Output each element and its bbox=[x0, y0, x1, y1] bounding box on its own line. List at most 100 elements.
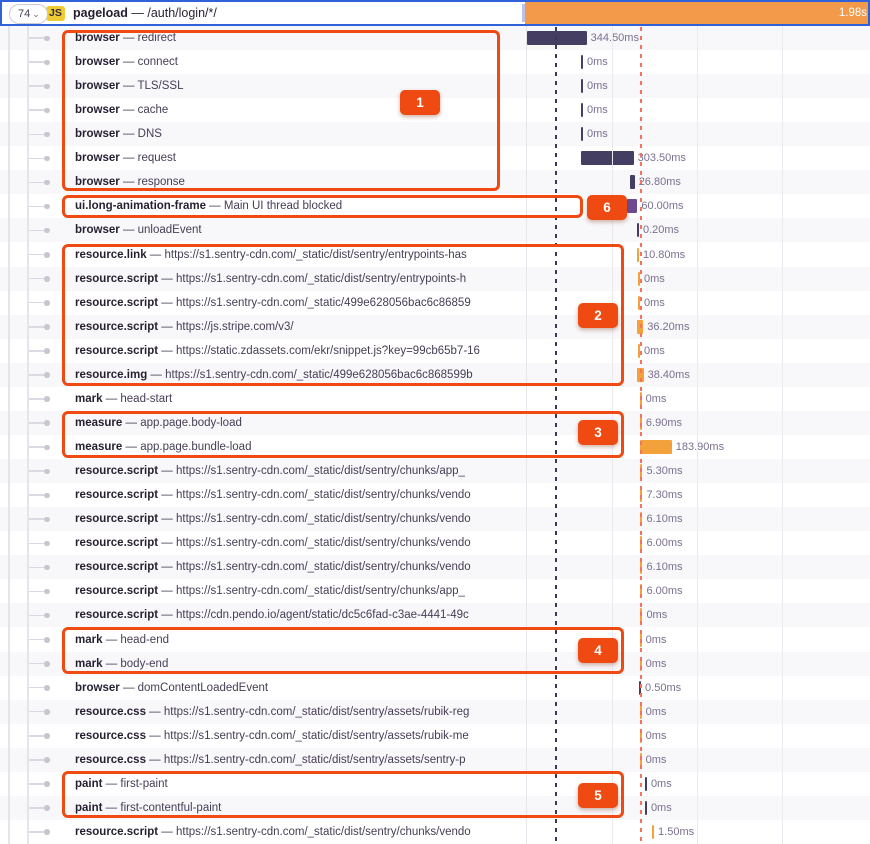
span-duration-bar[interactable] bbox=[581, 127, 583, 141]
span-row-resource.script[interactable]: resource.script — https://s1.sentry-cdn.… bbox=[0, 483, 870, 507]
span-duration-label: 0ms bbox=[646, 700, 667, 724]
annotation-badge-5: 5 bbox=[578, 783, 618, 808]
separator: — bbox=[158, 489, 176, 501]
tree-connector bbox=[28, 494, 44, 496]
span-duration-bar[interactable] bbox=[645, 777, 647, 791]
span-row-browser[interactable]: browser — domContentLoadedEvent 0.50ms bbox=[0, 676, 870, 700]
span-op: resource.script bbox=[75, 561, 158, 573]
tree-node-dot-icon bbox=[44, 805, 50, 811]
span-row-resource.script[interactable]: resource.script — https://s1.sentry-cdn.… bbox=[0, 459, 870, 483]
span-duration-bar[interactable] bbox=[581, 103, 583, 117]
span-duration-label: 1.50ms bbox=[658, 820, 694, 844]
tree-node-dot-icon bbox=[44, 613, 50, 619]
annotation-badge-3: 3 bbox=[578, 420, 618, 445]
span-row-resource.css[interactable]: resource.css — https://s1.sentry-cdn.com… bbox=[0, 700, 870, 724]
span-op: resource.script bbox=[75, 489, 158, 501]
separator: — bbox=[158, 465, 176, 477]
tree-node-dot-icon bbox=[44, 156, 50, 162]
pageload-duration-label: 1.98s bbox=[839, 2, 867, 24]
span-name: browser — domContentLoadedEvent bbox=[75, 676, 520, 700]
tree-node-dot-icon bbox=[44, 565, 50, 571]
span-name: resource.script — https://s1.sentry-cdn.… bbox=[75, 507, 520, 531]
span-duration-bar[interactable] bbox=[640, 440, 672, 454]
tree-node-dot-icon bbox=[44, 589, 50, 595]
span-duration-bar[interactable] bbox=[637, 223, 639, 237]
tree-connector bbox=[28, 807, 44, 809]
span-row-resource.script[interactable]: resource.script — https://s1.sentry-cdn.… bbox=[0, 531, 870, 555]
tree-node-dot-icon bbox=[44, 757, 50, 763]
span-row-mark[interactable]: mark — head-start0ms bbox=[0, 387, 870, 411]
span-description: https://s1.sentry-cdn.com/_static/dist/s… bbox=[176, 513, 471, 525]
tree-connector bbox=[28, 278, 44, 280]
span-description: domContentLoadedEvent bbox=[138, 682, 268, 694]
tree-node-dot-icon bbox=[44, 132, 50, 138]
separator: — bbox=[146, 754, 164, 766]
span-duration-bar[interactable] bbox=[581, 151, 634, 165]
tree-node-dot-icon bbox=[44, 517, 50, 523]
span-op: resource.script bbox=[75, 609, 158, 621]
tree-connector bbox=[28, 230, 44, 232]
tree-node-dot-icon bbox=[44, 685, 50, 691]
tree-connector bbox=[28, 831, 44, 833]
pageload-duration-bar[interactable]: 1.98s bbox=[525, 2, 868, 24]
span-row-resource.css[interactable]: resource.css — https://s1.sentry-cdn.com… bbox=[0, 748, 870, 772]
span-duration-label: 0ms bbox=[587, 98, 608, 122]
span-duration-bar[interactable] bbox=[581, 79, 583, 93]
span-op: resource.script bbox=[75, 537, 158, 549]
span-op: resource.script bbox=[75, 513, 158, 525]
span-row-resource.script[interactable]: resource.script — https://s1.sentry-cdn.… bbox=[0, 555, 870, 579]
span-row-resource.script[interactable]: resource.script — https://s1.sentry-cdn.… bbox=[0, 507, 870, 531]
span-description: https://s1.sentry-cdn.com/_static/dist/s… bbox=[176, 489, 471, 501]
span-row-resource.script[interactable]: resource.script — https://cdn.pendo.io/a… bbox=[0, 603, 870, 627]
span-name: resource.script — https://s1.sentry-cdn.… bbox=[75, 555, 520, 579]
span-op: browser bbox=[75, 682, 120, 694]
span-duration-label: 26.80ms bbox=[639, 170, 681, 194]
annotation-box-2 bbox=[62, 244, 624, 386]
tree-node-dot-icon bbox=[44, 661, 50, 667]
tree-node-dot-icon bbox=[44, 180, 50, 186]
tree-node-dot-icon bbox=[44, 252, 50, 258]
span-duration-label: 0ms bbox=[644, 267, 665, 291]
tree-node-dot-icon bbox=[44, 445, 50, 451]
span-duration-bar[interactable] bbox=[527, 31, 587, 45]
span-name: resource.script — https://s1.sentry-cdn.… bbox=[75, 531, 520, 555]
platform-js-badge: JS bbox=[46, 6, 65, 21]
separator: — bbox=[146, 706, 164, 718]
span-duration-bar[interactable] bbox=[630, 175, 635, 189]
pageload-path: /auth/login/*/ bbox=[147, 6, 217, 20]
span-duration-label: 344.50ms bbox=[591, 26, 639, 50]
span-duration-label: 6.10ms bbox=[646, 555, 682, 579]
span-row-browser[interactable]: browser — unloadEvent0.20ms bbox=[0, 218, 870, 242]
span-duration-bar[interactable] bbox=[581, 55, 583, 69]
span-duration-label: 0.50ms bbox=[645, 676, 681, 700]
tree-node-dot-icon bbox=[44, 348, 50, 354]
pageload-title: pageload — /auth/login/*/ bbox=[73, 2, 217, 24]
tree-node-dot-icon bbox=[44, 829, 50, 835]
span-description: https://s1.sentry-cdn.com/_static/dist/s… bbox=[176, 826, 471, 838]
separator: — bbox=[146, 730, 164, 742]
annotation-box-4 bbox=[62, 627, 624, 674]
separator: — bbox=[158, 826, 176, 838]
span-duration-bar[interactable] bbox=[652, 825, 654, 839]
span-duration-label: 0ms bbox=[587, 74, 608, 98]
span-duration-bar[interactable] bbox=[637, 248, 639, 262]
span-duration-bar[interactable] bbox=[627, 199, 637, 213]
span-duration-label: 6.90ms bbox=[646, 411, 682, 435]
span-name: resource.css — https://s1.sentry-cdn.com… bbox=[75, 748, 520, 772]
tree-node-dot-icon bbox=[44, 204, 50, 210]
annotation-box-5 bbox=[62, 771, 624, 818]
span-duration-bar[interactable] bbox=[645, 801, 647, 815]
tree-node-dot-icon bbox=[44, 781, 50, 787]
tree-connector bbox=[28, 687, 44, 689]
span-name: resource.script — https://cdn.pendo.io/a… bbox=[75, 603, 520, 627]
pageload-bar-tick bbox=[522, 4, 525, 22]
span-duration-label: 6.10ms bbox=[646, 507, 682, 531]
span-row-resource.css[interactable]: resource.css — https://s1.sentry-cdn.com… bbox=[0, 724, 870, 748]
pageload-root-row[interactable]: 74⌄ JS pageload — /auth/login/*/ 1.98s bbox=[0, 0, 870, 26]
children-count-pill[interactable]: 74⌄ bbox=[9, 4, 48, 24]
span-row-resource.script[interactable]: resource.script — https://s1.sentry-cdn.… bbox=[0, 820, 870, 844]
tree-connector bbox=[28, 446, 44, 448]
tree-connector bbox=[28, 398, 44, 400]
span-row-resource.script[interactable]: resource.script — https://s1.sentry-cdn.… bbox=[0, 579, 870, 603]
span-duration-label: 0ms bbox=[646, 603, 667, 627]
